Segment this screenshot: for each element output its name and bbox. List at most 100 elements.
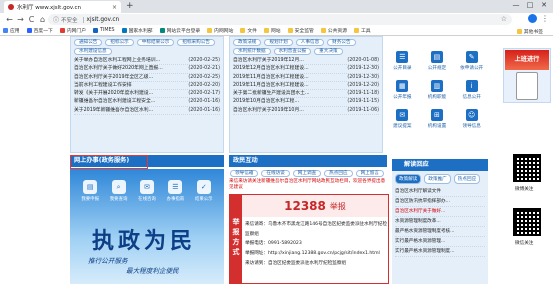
maximize-button[interactable]: □ — [523, 0, 537, 11]
bookmark-apps[interactable]: 应用 — [3, 27, 20, 34]
news-title[interactable]: 转发《关于开展2020年度水利建设... — [74, 90, 186, 97]
chip-planning[interactable]: 规划计划 — [264, 39, 293, 46]
bookmark-folder[interactable]: 文件 — [240, 27, 257, 34]
new-tab-button[interactable]: + — [126, 1, 134, 12]
chip-leader-mailbox[interactable]: 领导信箱 — [230, 170, 259, 177]
news-title[interactable]: 自治区水利厅关于做好2020年网上直报... — [74, 65, 186, 72]
chip-notice[interactable]: 通知公告 — [74, 39, 103, 46]
bookmark-folder[interactable]: 工具 — [354, 27, 371, 34]
url-text[interactable]: xjslt.gov.cn — [87, 17, 120, 23]
list-item[interactable]: 2019年10月自治区水利工程... (2019-11-15) — [233, 98, 379, 107]
list-item[interactable]: 实行最严格水资源管理制度... — [395, 247, 485, 257]
chip-finance[interactable]: 财务公告 — [327, 39, 356, 46]
list-item[interactable]: 新疆维吾尔自治区水利建设工程安全... (2020-01-16) — [74, 98, 220, 107]
report-line-url[interactable]: 举报网址：http://xinjiang.12388.gov.cn/pcjg/s… — [245, 249, 388, 259]
news-title[interactable]: 自治区水利厅关于2019年全区乙级... — [74, 74, 186, 81]
reload-button[interactable]: C — [26, 15, 37, 24]
grid-item-proposals[interactable]: ✉ 建议提案 — [386, 105, 419, 132]
news-title[interactable]: 自治区水利厅关于2019年12月... — [233, 57, 345, 64]
list-item[interactable]: 水资源管理制度改革... — [395, 217, 485, 227]
grid-item-functions[interactable]: ▥ 机构职能 — [421, 76, 454, 103]
close-tab-icon[interactable]: × — [112, 4, 117, 11]
grid-item-structure[interactable]: ⊞ 机构设置 — [421, 105, 454, 132]
address-bar[interactable]: ⓘ 不安全 xjslt.gov.cn ☆ — [48, 14, 512, 25]
service-label[interactable]: 办事指南 — [164, 196, 186, 202]
news-title[interactable]: 自治区水利厅关于2019年10月... — [233, 107, 345, 114]
grid-item-catalog[interactable]: ☰ 公开目录 — [386, 47, 419, 74]
list-item[interactable]: 自治区水利厅关于2019年10月... (2019-11-06) — [233, 107, 379, 116]
bookmark-star-icon[interactable]: ☆ — [501, 15, 507, 23]
list-item[interactable]: 关于2019年新疆维吾尔自治区水利... (2020-01-16) — [74, 107, 220, 116]
news-title[interactable]: 2019年11月自治区水利工程建设... — [233, 74, 345, 81]
grid-item-leaders[interactable]: ☺ 领导信息 — [455, 105, 488, 132]
list-item[interactable]: 当前水利工程建设工作安排 (2020-02-20) — [74, 82, 220, 91]
other-bookmarks[interactable]: 其他书签 — [516, 28, 543, 35]
back-button[interactable]: ← — [4, 15, 15, 24]
guide-icon[interactable]: ☰ — [168, 180, 183, 194]
news-title[interactable]: 关于2019年新疆维吾尔自治区水利... — [74, 107, 186, 114]
news-title[interactable]: 2019年11月自治区水利工程建设... — [233, 82, 345, 89]
list-item[interactable]: 2019年11月自治区水利工程建设... (2019-12-20) — [233, 82, 379, 91]
query-icon[interactable]: ⌕ — [111, 180, 126, 194]
list-item[interactable]: 关于第二批新疆生产建设兵团水土... (2019-11-18) — [233, 90, 379, 99]
news-title[interactable]: 新疆维吾尔自治区水利建设工程安全... — [74, 98, 186, 105]
list-item[interactable]: 自治区水利厅关于2019年全区乙级... (2020-02-25) — [74, 74, 220, 82]
chip-construction[interactable]: 水利建设信息 — [74, 48, 112, 55]
list-item[interactable]: 实行最严格水资源管理... — [395, 237, 485, 247]
chip-hot-response[interactable]: 热点回应 — [324, 170, 353, 177]
bookmark-item[interactable]: 百度一下 — [26, 27, 53, 34]
list-item[interactable]: 最严格水资源管理制度考核... — [395, 227, 485, 237]
close-window-button[interactable]: ✕ — [537, 0, 551, 11]
red-notice[interactable]: 来信来访请关注新疆维吾尔自治区水利厅网站政民互动栏目，欢迎各界提出意见建议 — [229, 179, 387, 190]
list-item[interactable]: 自治区水利厅解读文件 — [395, 187, 485, 197]
chip-award[interactable]: 中标结果公示 — [136, 39, 175, 46]
response-title[interactable]: 解读回应 — [392, 159, 488, 171]
chip-bidding[interactable]: 招标公示 — [105, 39, 134, 46]
menu-icon[interactable]: ⋮ — [541, 14, 549, 23]
report-banner[interactable]: 12388 举报 — [242, 195, 388, 217]
list-item[interactable]: 自治区水利厅关于做好2020年网上直报... (2020-02-21) — [74, 65, 220, 74]
chip-census[interactable]: 水利普查公报 — [273, 48, 312, 55]
chip-statistics[interactable]: 水利统计数据 — [233, 48, 271, 55]
avatar[interactable] — [528, 14, 537, 23]
consult-icon[interactable]: ✉ — [139, 180, 154, 194]
bookmark-item[interactable]: TIMES — [93, 28, 115, 33]
list-item[interactable]: 自治区防汛抗旱指挥部办... — [395, 197, 485, 207]
result-icon[interactable]: ✓ — [196, 180, 211, 194]
news-title[interactable]: 当前水利工程建设工作安排 — [74, 82, 186, 89]
service-label[interactable]: 我要查询 — [108, 196, 130, 202]
grid-item-rules[interactable]: ▤ 公开规定 — [421, 47, 454, 74]
list-item[interactable]: 2019年11月自治区水利工程建设... (2019-12-30) — [233, 74, 379, 82]
tab-policy-promotion[interactable]: 政策推广 — [424, 174, 451, 184]
chip-decisions[interactable]: 重大决策 — [314, 48, 343, 55]
bookmark-item[interactable]: 网站云平台登录 — [159, 27, 200, 34]
info-icon[interactable]: ⓘ — [53, 15, 59, 24]
bookmark-folder[interactable]: 网站 — [263, 27, 281, 34]
bookmark-item[interactable]: 国家水利部 — [121, 27, 153, 34]
list-item[interactable]: 关于举办自治区水利工程网上业务培训... (2020-02-25) — [74, 57, 220, 66]
bookmark-folder[interactable]: 内网网站 — [207, 27, 233, 34]
grid-item-annual-report[interactable]: ▦ 公开年报 — [386, 76, 419, 103]
tab-policy-interpretation[interactable]: 政策解读 — [395, 174, 422, 184]
apply-icon[interactable]: ▤ — [83, 180, 98, 194]
grid-item-application[interactable]: ✎ 依申请公开 — [455, 47, 488, 74]
tab-hot-response[interactable]: 热点回应 — [453, 174, 481, 184]
news-title[interactable]: 关于举办自治区水利工程网上业务培训... — [74, 57, 186, 64]
list-item[interactable]: 自治区水利厅关于2019年12月... (2020-01-08) — [233, 57, 379, 66]
list-item[interactable]: 2019年12月自治区水利工程建设... (2019-12-30) — [233, 65, 379, 74]
news-title[interactable]: 2019年10月自治区水利工程... — [233, 98, 345, 105]
forward-button[interactable]: → — [15, 15, 26, 24]
service-label[interactable]: 在线咨询 — [136, 196, 158, 202]
interaction-title[interactable]: 政民互动 — [229, 155, 387, 167]
service-label[interactable]: 我要申报 — [79, 196, 101, 202]
chip-procurement[interactable]: 招标采购公告 — [177, 39, 215, 46]
browser-tab[interactable]: 水利厅 www.xjslt.gov.cn × — [4, 1, 121, 13]
bookmark-item[interactable]: 内网门户 — [59, 27, 86, 34]
news-title[interactable]: 2019年12月自治区水利工程建设... — [233, 65, 345, 72]
list-item[interactable]: 转发《关于开展2020年度水利建设... (2020-02-17) — [74, 90, 220, 99]
grid-item-disclosure[interactable]: i 信息公开 — [455, 76, 488, 103]
bookmark-folder[interactable]: 安全监管 — [287, 27, 314, 34]
chip-survey[interactable]: 网上调查 — [292, 170, 322, 177]
bookmark-folder[interactable]: 公共资源 — [320, 27, 347, 34]
service-label[interactable]: 结果公示 — [193, 196, 215, 202]
